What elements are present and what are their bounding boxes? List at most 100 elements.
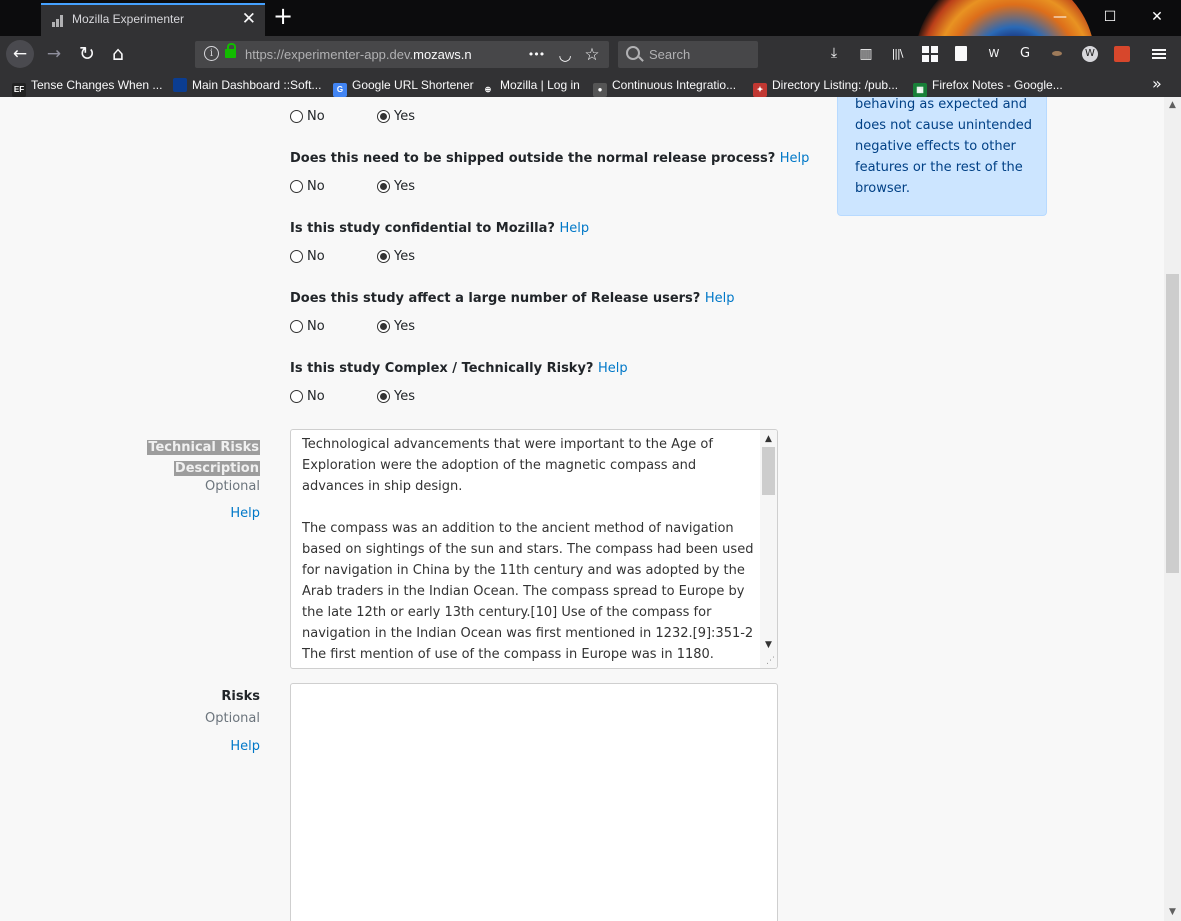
- prev-question-no-radio[interactable]: [290, 110, 303, 123]
- bookmark-item[interactable]: ● Continuous Integratio...: [593, 76, 737, 97]
- search-bar[interactable]: Search: [618, 41, 758, 68]
- technically-risky-no-radio[interactable]: [290, 390, 303, 403]
- search-icon: [626, 46, 640, 60]
- hamburger-menu-icon[interactable]: [1148, 43, 1170, 65]
- close-window-icon[interactable]: ✕: [1137, 6, 1177, 28]
- page-actions-icon[interactable]: •••: [525, 44, 547, 66]
- add-on-grid-icon[interactable]: [919, 43, 941, 65]
- notes-icon[interactable]: [950, 43, 972, 65]
- help-link-confidential[interactable]: Help: [559, 221, 589, 236]
- library-icon[interactable]: |||\: [886, 43, 908, 65]
- confidential-yes-radio[interactable]: [377, 250, 390, 263]
- technically-risky-yes-label: Yes: [394, 389, 415, 404]
- textarea-scrollbar[interactable]: ▲ ▼: [760, 430, 777, 668]
- technically-risky-no-label: No: [307, 389, 325, 404]
- page-scroll-thumb[interactable]: [1166, 274, 1179, 573]
- page-content: behaving as expected and does not cause …: [0, 97, 1164, 921]
- release-process-yes-radio[interactable]: [377, 180, 390, 193]
- new-tab-button[interactable]: +: [270, 4, 296, 30]
- textarea-scroll-up-icon[interactable]: ▲: [760, 432, 777, 446]
- bookmark-favicon-icon: EF: [12, 83, 26, 97]
- help-link-technically-risky[interactable]: Help: [598, 361, 628, 376]
- minimize-icon[interactable]: —: [1040, 6, 1080, 28]
- tab-strip: Mozilla Experimenter ✕ + — ☐ ✕: [0, 0, 1181, 36]
- bookmarks-overflow-icon[interactable]: »: [1152, 74, 1162, 93]
- scroll-down-icon[interactable]: ▼: [1164, 904, 1181, 921]
- scroll-up-icon[interactable]: ▲: [1164, 97, 1181, 114]
- bookmark-item[interactable]: ✦ Directory Listing: /pub...: [753, 76, 898, 97]
- technically-risky-yes-radio[interactable]: [377, 390, 390, 403]
- release-users-no-label: No: [307, 319, 325, 334]
- textarea-scroll-down-icon[interactable]: ▼: [760, 638, 777, 652]
- back-button[interactable]: ←: [6, 40, 34, 68]
- bookmark-favicon-icon: G: [333, 83, 347, 97]
- help-link-release-process[interactable]: Help: [780, 151, 810, 166]
- nav-toolbar: ← → ↻ ⌂ i https://experimenter-app.dev.m…: [0, 36, 1181, 72]
- prev-question-yes-label: Yes: [394, 109, 415, 124]
- release-process-yes-label: Yes: [394, 179, 415, 194]
- wikipedia-icon[interactable]: W: [1079, 43, 1101, 65]
- download-icon[interactable]: ⤓: [823, 42, 845, 64]
- bookmark-favicon-icon: ⊕: [481, 83, 495, 97]
- release-process-no-radio[interactable]: [290, 180, 303, 193]
- url-text[interactable]: https://experimenter-app.dev.mozaws.n: [245, 47, 520, 62]
- bookmark-item[interactable]: ⊕ Mozilla | Log in: [481, 76, 580, 97]
- bookmark-favicon-icon: [173, 78, 187, 92]
- bookmark-item[interactable]: EF Tense Changes When ...: [12, 76, 163, 97]
- bird-extension-icon[interactable]: [1046, 43, 1068, 65]
- technical-risks-help-link[interactable]: Help: [230, 506, 260, 521]
- grammarly-icon[interactable]: G: [1014, 43, 1036, 65]
- release-users-yes-label: Yes: [394, 319, 415, 334]
- close-tab-icon[interactable]: ✕: [242, 9, 256, 29]
- textarea-scroll-thumb[interactable]: [762, 447, 775, 495]
- bookmark-label: Main Dashboard ::Soft...: [192, 78, 322, 92]
- technical-risks-optional: Optional: [205, 479, 260, 494]
- prev-question-yes-radio[interactable]: [377, 110, 390, 123]
- bookmark-label: Continuous Integratio...: [612, 78, 737, 92]
- info-callout: behaving as expected and does not cause …: [837, 97, 1047, 216]
- bookmark-item[interactable]: ▦ Firefox Notes - Google...: [913, 76, 1063, 97]
- resize-grip-icon[interactable]: ⋰: [766, 656, 775, 666]
- bookmark-star-icon[interactable]: ☆: [581, 44, 603, 66]
- risks-optional: Optional: [205, 711, 260, 726]
- sidebar-icon[interactable]: ▥: [855, 43, 877, 65]
- bookmark-label: Mozilla | Log in: [500, 78, 580, 92]
- confidential-no-label: No: [307, 249, 325, 264]
- colorpicker-extension-icon[interactable]: [1111, 43, 1133, 65]
- lock-icon: [225, 43, 236, 58]
- tab-mozilla-experimenter[interactable]: Mozilla Experimenter ✕: [41, 3, 265, 36]
- question-release-process: Does this need to be shipped outside the…: [290, 151, 810, 166]
- w-extension-icon[interactable]: W: [983, 43, 1005, 65]
- bookmark-label: Firefox Notes - Google...: [932, 78, 1063, 92]
- bookmark-favicon-icon: ●: [593, 83, 607, 97]
- pocket-icon[interactable]: ◡: [554, 44, 576, 66]
- reload-button[interactable]: ↻: [73, 40, 101, 68]
- help-link-release-users[interactable]: Help: [705, 291, 735, 306]
- bookmark-favicon-icon: ✦: [753, 83, 767, 97]
- bar-chart-icon: [52, 15, 66, 27]
- release-process-no-label: No: [307, 179, 325, 194]
- release-users-yes-radio[interactable]: [377, 320, 390, 333]
- risks-help-link[interactable]: Help: [230, 739, 260, 754]
- risks-label: Risks: [221, 689, 260, 704]
- url-bar[interactable]: i https://experimenter-app.dev.mozaws.n …: [195, 41, 609, 68]
- maximize-icon[interactable]: ☐: [1090, 6, 1130, 28]
- search-placeholder: Search: [649, 47, 691, 62]
- technical-risks-textarea[interactable]: Technological advancements that were imp…: [290, 429, 778, 669]
- bookmark-item[interactable]: G Google URL Shortener: [333, 76, 474, 97]
- info-icon[interactable]: i: [204, 46, 219, 61]
- bookmark-item[interactable]: Main Dashboard ::Soft...: [173, 76, 321, 94]
- confidential-no-radio[interactable]: [290, 250, 303, 263]
- prev-question-no-label: No: [307, 109, 325, 124]
- bookmark-label: Tense Changes When ...: [31, 78, 163, 92]
- page-scrollbar[interactable]: ▲ ▼: [1164, 97, 1181, 921]
- question-release-users: Does this study affect a large number of…: [290, 291, 735, 306]
- info-callout-text: behaving as expected and does not cause …: [855, 97, 1032, 196]
- bookmark-label: Google URL Shortener: [352, 78, 474, 92]
- tab-title: Mozilla Experimenter: [72, 12, 185, 26]
- risks-textarea[interactable]: [290, 683, 778, 921]
- question-technically-risky: Is this study Complex / Technically Risk…: [290, 361, 628, 376]
- forward-button[interactable]: →: [40, 40, 68, 68]
- home-button[interactable]: ⌂: [104, 40, 132, 68]
- release-users-no-radio[interactable]: [290, 320, 303, 333]
